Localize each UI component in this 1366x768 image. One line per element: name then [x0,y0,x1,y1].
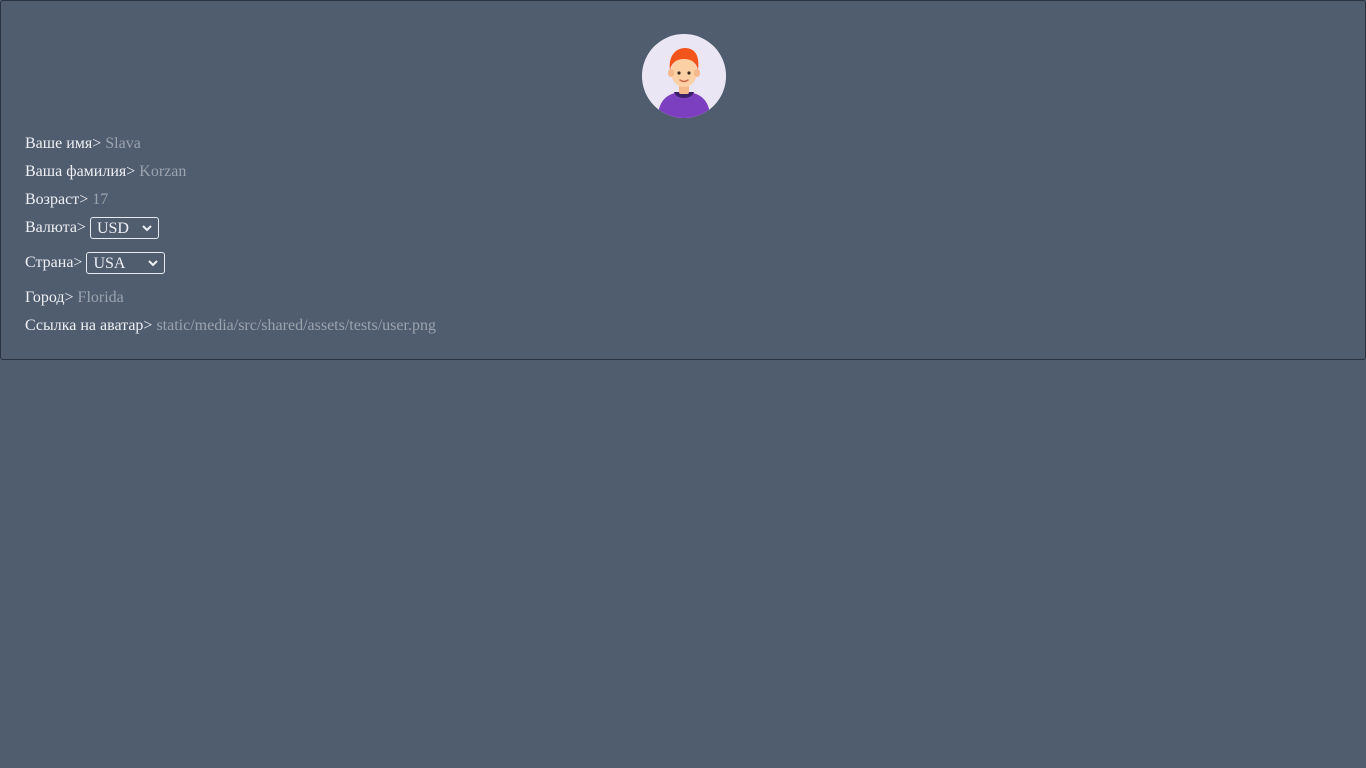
country-label: Страна> [25,254,83,271]
last-name-row: Ваша фамилия> Korzan [25,163,186,181]
avatar [642,34,726,118]
first-name-row: Ваше имя> Slava [25,135,141,153]
country-select-value: USA [93,255,126,272]
avatar-link-row: Ссылка на аватар> static/media/src/shared… [25,317,436,335]
chevron-down-icon [142,225,152,232]
currency-select[interactable]: USD [89,217,159,239]
age-input[interactable]: 17 [92,191,108,208]
currency-select-value: USD [96,220,129,237]
last-name-input[interactable]: Korzan [139,163,186,180]
age-label: Возраст> [25,191,89,208]
currency-row: Валюта> USD [25,217,159,239]
first-name-label: Ваше имя> [25,135,102,152]
user-avatar-icon [642,34,726,118]
age-row: Возраст> 17 [25,191,108,209]
city-row: Город> Florida [25,289,124,307]
city-label: Город> [25,289,74,306]
last-name-label: Ваша фамилия> [25,163,136,180]
country-select[interactable]: USA [86,252,166,274]
avatar-link-label: Ссылка на аватар> [25,317,153,334]
first-name-input[interactable]: Slava [105,135,141,152]
currency-label: Валюта> [25,219,86,236]
country-row: Страна> USA [25,252,166,274]
avatar-link-input[interactable]: static/media/src/shared/assets/tests/use… [156,317,436,334]
chevron-down-icon [148,260,159,267]
profile-card: Ваше имя> Slava Ваша фамилия> Korzan Возра… [0,0,1366,360]
city-input[interactable]: Florida [78,289,124,306]
